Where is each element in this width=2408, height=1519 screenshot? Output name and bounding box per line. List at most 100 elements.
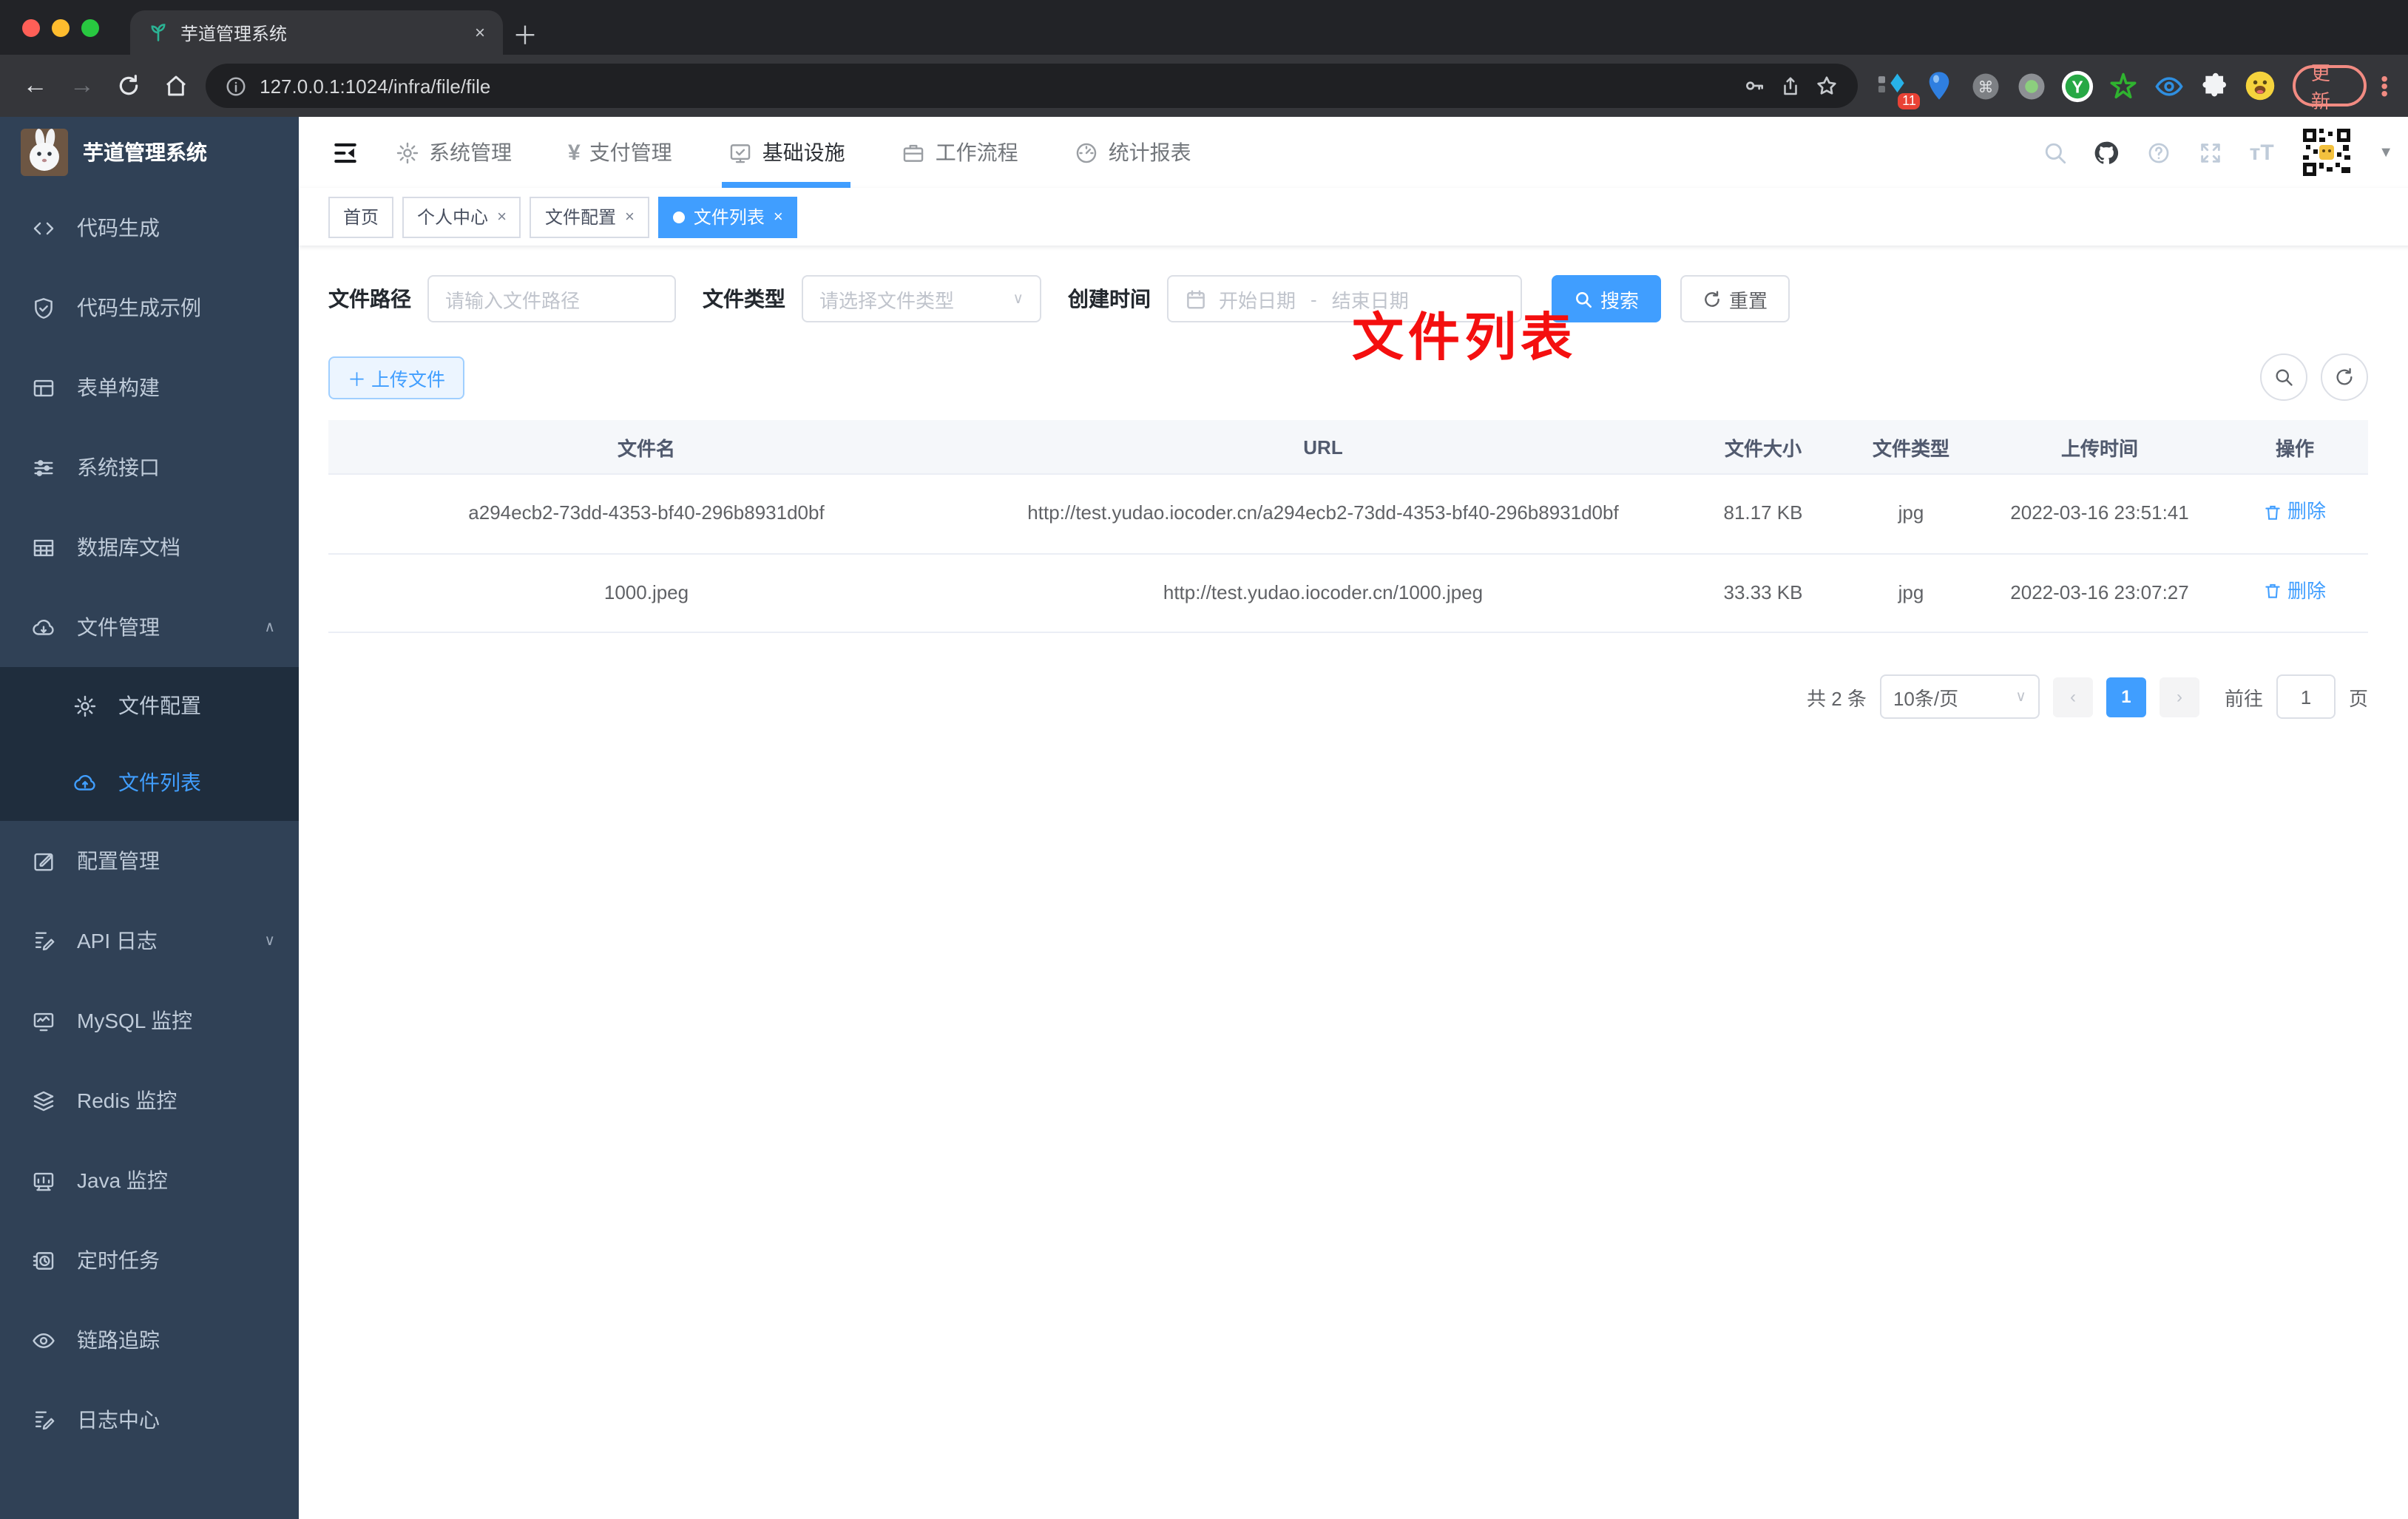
sidebar-item-12[interactable]: Java 监控	[0, 1140, 299, 1220]
cell: http://test.yudao.iocoder.cn/1000.jpeg	[964, 553, 1682, 633]
close-tag-icon[interactable]: ×	[497, 208, 507, 226]
doc-edit-icon	[30, 1407, 56, 1432]
delete-button[interactable]: 删除	[2264, 495, 2326, 528]
table-row-0: a294ecb2-73dd-4353-bf40-296b8931d0bf http…	[328, 474, 2368, 554]
search-icon[interactable]	[2041, 140, 2068, 165]
sidebar-item-label: 文件管理	[77, 615, 160, 639]
file-type-select[interactable]: 请选择文件类型 ∨	[802, 275, 1041, 322]
top-menu-4[interactable]: 统计报表	[1075, 117, 1191, 188]
upload-file-button[interactable]: ＋ 上传文件	[328, 356, 464, 399]
sidebar-item-7[interactable]: 文件列表	[0, 744, 299, 821]
close-window-button[interactable]	[22, 19, 40, 37]
sidebar-item-9[interactable]: API 日志 ∨	[0, 901, 299, 981]
sidebar-item-label: Redis 监控	[77, 1089, 177, 1112]
sidebar-item-1[interactable]: 代码生成示例	[0, 268, 299, 348]
search-toggle-button[interactable]	[2260, 353, 2307, 401]
extensions-row: 11 ⌘ Y	[1876, 68, 2279, 109]
sidebar-item-14[interactable]: 链路追踪	[0, 1300, 299, 1380]
column-header-0: 文件名	[328, 420, 964, 475]
balloon-ext-icon[interactable]	[1922, 68, 1958, 104]
shield-check-icon	[30, 295, 56, 320]
file-path-input[interactable]: 请输入文件路径	[427, 275, 676, 322]
window-controls	[22, 19, 99, 37]
top-menu-2[interactable]: 基础设施	[722, 117, 851, 188]
tag-1[interactable]: 个人中心 ×	[402, 196, 521, 237]
sidebar-item-11[interactable]: Redis 监控	[0, 1060, 299, 1140]
url-text[interactable]: 127.0.0.1:1024/infra/file/file	[260, 75, 1730, 97]
sidebar-item-8[interactable]: 配置管理	[0, 821, 299, 901]
zoom-window-button[interactable]	[81, 19, 99, 37]
sidebar-item-label: 链路追踪	[77, 1328, 160, 1352]
menu-fold-icon[interactable]	[331, 138, 359, 166]
star-ext-icon[interactable]	[2106, 68, 2141, 104]
delete-button[interactable]: 删除	[2264, 575, 2326, 607]
sidebar-item-4[interactable]: 数据库文档	[0, 507, 299, 587]
refresh-table-button[interactable]	[2321, 353, 2368, 401]
tag-3[interactable]: 文件列表 ×	[657, 196, 798, 237]
search-button[interactable]: 搜索	[1552, 275, 1662, 322]
fullscreen-icon[interactable]	[2196, 140, 2223, 165]
eye-ext-icon[interactable]	[2151, 68, 2187, 104]
sidebar-item-3[interactable]: 系统接口	[0, 427, 299, 507]
date-range-picker[interactable]: 开始日期 - 结束日期	[1167, 275, 1522, 322]
table-header-row: 文件名 URL 文件大小 文件类型 上传时间 操作	[328, 420, 2368, 475]
yen-icon: ¥	[568, 140, 581, 165]
page-number-1[interactable]: 1	[2106, 677, 2146, 717]
diamond-ext-icon[interactable]: 11	[1876, 68, 1921, 109]
tag-0[interactable]: 首页	[328, 196, 394, 237]
question-icon[interactable]	[2145, 140, 2171, 165]
sidebar-item-6[interactable]: 文件配置	[0, 667, 299, 744]
sidebar-item-5[interactable]: 文件管理 ∧	[0, 587, 299, 667]
table-icon	[30, 535, 56, 560]
reload-icon[interactable]	[106, 62, 152, 109]
home-icon[interactable]	[152, 62, 199, 109]
font-size-icon[interactable]: ᴛT	[2248, 141, 2275, 163]
sidebar-item-13[interactable]: 定时任务	[0, 1220, 299, 1300]
github-icon[interactable]	[2093, 138, 2120, 166]
table-corner-buttons	[2260, 353, 2368, 401]
page-size-select[interactable]: 10条/页 ∨	[1879, 674, 2040, 719]
dot-ext-icon[interactable]	[2014, 68, 2049, 104]
prev-page-button[interactable]: ‹	[2052, 677, 2093, 717]
close-tag-icon[interactable]: ×	[774, 208, 783, 226]
sidebar-item-10[interactable]: MySQL 监控	[0, 981, 299, 1060]
sidebar-item-2[interactable]: 表单构建	[0, 348, 299, 427]
avatar-caret-icon[interactable]: ▼	[2378, 144, 2393, 160]
column-header-4: 上传时间	[1978, 420, 2222, 475]
address-bar[interactable]: 127.0.0.1:1024/infra/file/file	[205, 64, 1859, 108]
update-button[interactable]: 更新	[2293, 62, 2367, 112]
info-icon[interactable]	[224, 75, 246, 97]
qr-avatar[interactable]	[2300, 126, 2354, 179]
star-icon[interactable]	[1816, 74, 1839, 98]
close-tab-icon[interactable]: ×	[475, 22, 485, 43]
back-icon[interactable]: ←	[12, 62, 58, 109]
puzzle-ext-icon[interactable]	[2197, 68, 2233, 104]
forward-icon[interactable]: →	[58, 62, 105, 109]
next-page-button[interactable]: ›	[2159, 677, 2199, 717]
y-ext-icon[interactable]: Y	[2060, 68, 2095, 104]
tag-2[interactable]: 文件配置 ×	[530, 196, 649, 237]
column-header-5: 操作	[2222, 420, 2368, 475]
calendar-icon	[1185, 288, 1207, 310]
sidebar-item-0[interactable]: 代码生成	[0, 188, 299, 268]
minimize-window-button[interactable]	[52, 19, 70, 37]
top-menu-3[interactable]: 工作流程	[902, 117, 1018, 188]
emoji-ext-icon[interactable]	[2243, 68, 2279, 104]
dashboard-icon	[1075, 140, 1100, 165]
browser-tab[interactable]: 芋道管理系统 ×	[130, 10, 503, 55]
reset-button[interactable]: 重置	[1680, 275, 1790, 322]
close-tag-icon[interactable]: ×	[625, 208, 635, 226]
top-menu-label: 工作流程	[935, 141, 1018, 164]
share-icon[interactable]	[1780, 75, 1802, 97]
sidebar-item-label: MySQL 监控	[77, 1009, 193, 1032]
goto-page-input[interactable]: 1	[2276, 674, 2336, 719]
sidebar-item-15[interactable]: 日志中心	[0, 1380, 299, 1460]
app-logo-row[interactable]: 芋道管理系统	[0, 117, 299, 188]
new-tab-button[interactable]: ＋	[503, 10, 547, 55]
cmd-ext-icon[interactable]: ⌘	[1968, 68, 2003, 104]
browser-menu-icon[interactable]: • • •	[2373, 67, 2396, 103]
top-menu-0[interactable]: 系统管理	[395, 117, 512, 188]
top-menu-1[interactable]: ¥ 支付管理	[568, 117, 672, 188]
key-icon[interactable]	[1743, 74, 1767, 98]
top-menu: 系统管理 ¥ 支付管理 基础设施 工作流程 统计报表	[395, 117, 1191, 188]
